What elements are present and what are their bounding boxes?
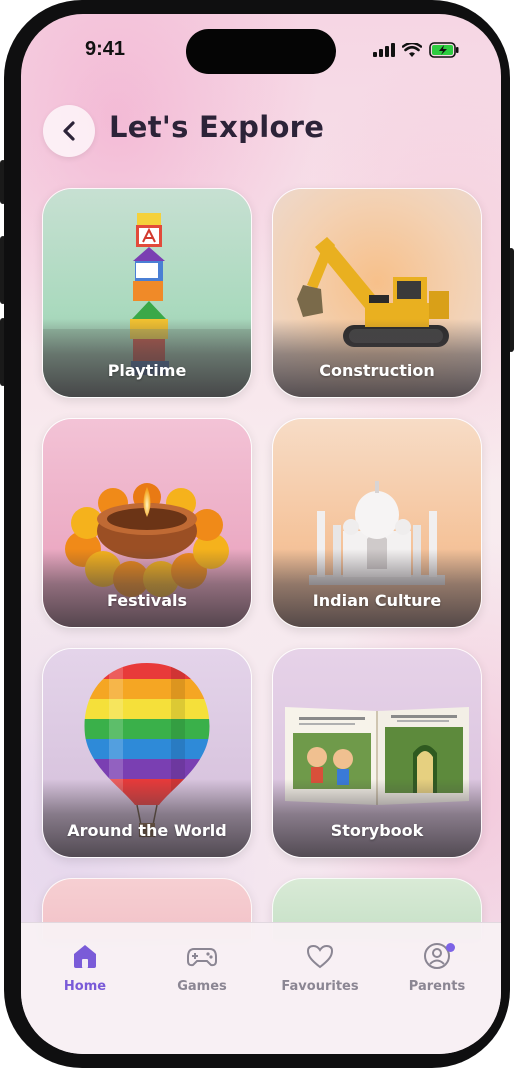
wifi-icon xyxy=(402,42,422,57)
tab-home[interactable]: Home xyxy=(30,941,140,994)
tab-label: Games xyxy=(177,979,227,994)
category-label: Indian Culture xyxy=(312,591,442,610)
home-icon xyxy=(74,945,96,968)
category-card-construction[interactable]: Construction xyxy=(272,188,482,398)
tab-label: Favourites xyxy=(281,979,359,994)
tab-label: Home xyxy=(63,979,107,994)
label-shade xyxy=(273,319,481,397)
tab-games[interactable]: Games xyxy=(147,941,257,994)
category-card-indian-culture[interactable]: Indian Culture xyxy=(272,418,482,628)
category-label: Storybook xyxy=(330,821,424,840)
battery-charging-icon xyxy=(429,42,459,58)
tab-label: Parents xyxy=(408,979,466,994)
label-shade xyxy=(43,319,251,397)
app-screen: 9:41 Let's Explore Playtime Construction… xyxy=(21,14,501,1054)
label-shade xyxy=(273,779,481,857)
dynamic-island xyxy=(186,29,336,74)
category-label: Playtime xyxy=(107,361,187,380)
gamepad-icon xyxy=(187,948,217,967)
heart-icon xyxy=(306,944,334,969)
page-title: Let's Explore xyxy=(109,110,325,144)
status-icons xyxy=(373,42,459,58)
category-label: Around the World xyxy=(67,821,227,840)
device-bezel: 9:41 Let's Explore Playtime Construction… xyxy=(4,0,510,1068)
category-label: Festivals xyxy=(106,591,188,610)
category-label: Construction xyxy=(319,361,435,380)
chevron-left-icon xyxy=(63,121,75,141)
label-shade xyxy=(273,549,481,627)
notification-dot xyxy=(446,943,455,952)
category-card-playtime[interactable]: Playtime xyxy=(42,188,252,398)
bottom-tab-bar: Home Games Favourites Parents xyxy=(21,922,501,1054)
label-shade xyxy=(43,779,251,857)
label-shade xyxy=(43,549,251,627)
category-card-storybook[interactable]: Storybook xyxy=(272,648,482,858)
status-time: 9:41 xyxy=(85,38,126,60)
category-card-festivals[interactable]: Festivals xyxy=(42,418,252,628)
signal-icon xyxy=(373,43,395,57)
phone-frame: 9:41 Let's Explore Playtime Construction… xyxy=(0,0,514,1068)
tab-favourites[interactable]: Favourites xyxy=(265,941,375,994)
tab-parents[interactable]: Parents xyxy=(382,941,492,994)
back-button[interactable] xyxy=(43,105,95,157)
category-card-around-the-world[interactable]: Around the World xyxy=(42,648,252,858)
